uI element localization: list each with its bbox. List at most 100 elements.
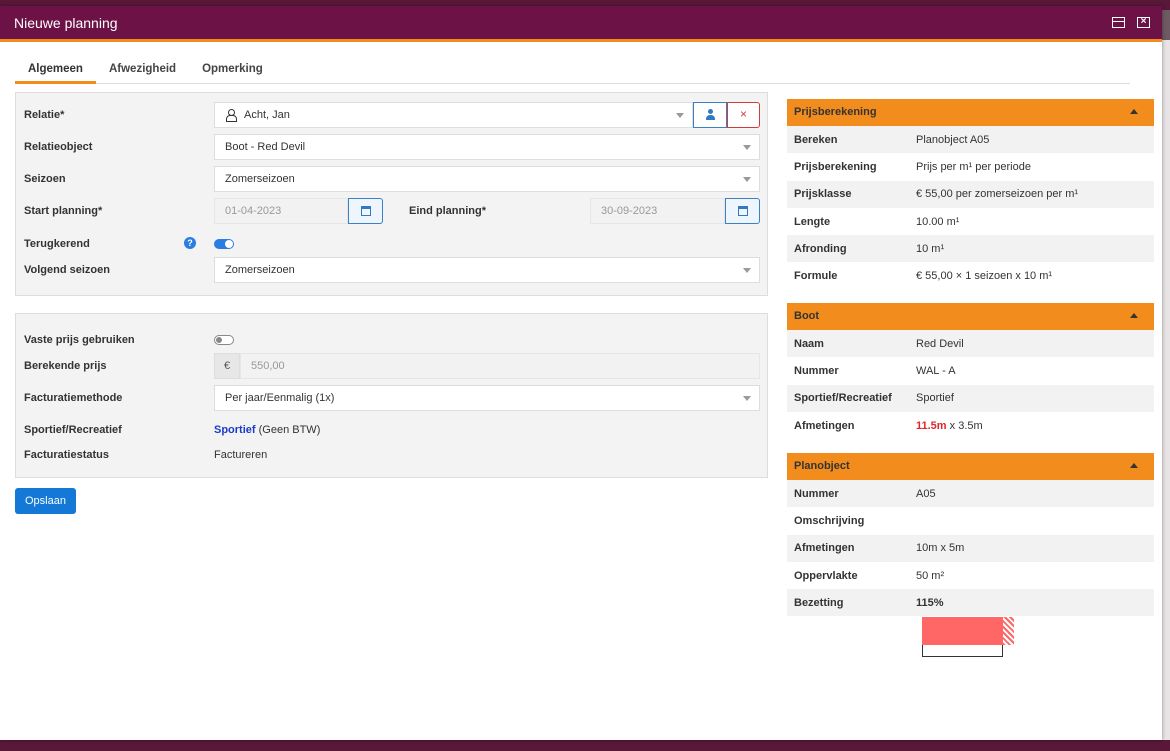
- terugkerend-toggle[interactable]: [214, 239, 234, 249]
- info-value: Sportief: [916, 392, 954, 405]
- seizoen-row: Seizoen Zomerseizoen: [24, 166, 761, 192]
- info-key: Oppervlakte: [794, 569, 858, 582]
- info-value: 10.00 m¹: [916, 215, 960, 228]
- seizoen-value: Zomerseizoen: [225, 173, 295, 185]
- info-row: Prijsberekening Prijs per m¹ per periode: [787, 153, 1154, 180]
- save-button[interactable]: Opslaan: [15, 488, 76, 514]
- info-value: Red Devil: [916, 337, 964, 350]
- tab-bar: Algemeen Afwezigheid Opmerking: [15, 56, 1130, 84]
- volgend-seizoen-row: Volgend seizoen Zomerseizoen: [24, 257, 761, 283]
- berekende-prijs-row: Berekende prijs € 550,00: [24, 353, 761, 379]
- end-date-picker-button[interactable]: [725, 198, 760, 224]
- info-key: Lengte: [794, 215, 831, 228]
- info-row: Bezetting 115%: [787, 589, 1154, 617]
- info-row: Bereken Planobject A05: [787, 126, 1154, 154]
- info-key: Bereken: [794, 133, 838, 146]
- close-icon[interactable]: ×: [1137, 17, 1150, 28]
- info-row: Nummer A05: [787, 480, 1154, 508]
- planning-dates-row: Start planning* 01-04-2023 Eind planning…: [24, 198, 761, 224]
- info-row: Omschrijving: [787, 507, 1154, 534]
- occupancy-overflow: [1003, 617, 1014, 645]
- info-key: Naam: [794, 337, 824, 350]
- start-planning-input[interactable]: 01-04-2023: [214, 198, 348, 224]
- vaste-prijs-row: Vaste prijs gebruiken: [24, 327, 761, 353]
- tab-algemeen[interactable]: Algemeen: [15, 56, 96, 84]
- prijsberekening-section: Prijsberekening Bereken Planobject A05 Pr…: [787, 99, 1154, 290]
- start-date-picker-button[interactable]: [348, 198, 383, 224]
- chevron-down-icon: [743, 268, 751, 273]
- facturatiemethode-select[interactable]: Per jaar/Eenmalig (1x): [214, 385, 760, 411]
- info-row: Afmetingen 10m x 5m: [787, 534, 1154, 562]
- volgend-seizoen-select[interactable]: Zomerseizoen: [214, 257, 760, 283]
- info-value: € 55,00 × 1 seizoen x 10 m¹: [916, 270, 1053, 283]
- chevron-down-icon: [743, 396, 751, 401]
- volgend-seizoen-label: Volgend seizoen: [24, 264, 110, 276]
- boot-header[interactable]: Boot: [787, 303, 1154, 330]
- info-key: Formule: [794, 270, 838, 283]
- eind-planning-input[interactable]: 30-09-2023: [590, 198, 725, 224]
- chevron-up-icon[interactable]: [1130, 109, 1138, 114]
- planobject-section: Planobject Nummer A05 Omschrijving Afmeti…: [787, 453, 1154, 617]
- planning-form-panel: Relatie* Acht, Jan × Relatieobject Boot …: [15, 92, 768, 296]
- seizoen-select[interactable]: Zomerseizoen: [214, 166, 760, 192]
- info-value: A05: [916, 487, 936, 500]
- info-row: Formule € 55,00 × 1 seizoen x 10 m¹: [787, 262, 1154, 289]
- clear-relatie-button[interactable]: ×: [727, 102, 760, 128]
- info-value: € 55,00 per zomerseizoen per m¹: [916, 188, 1079, 201]
- info-key: Sportief/Recreatief: [794, 392, 892, 405]
- calendar-icon: [738, 206, 748, 216]
- planobject-header[interactable]: Planobject: [787, 453, 1154, 480]
- calendar-icon: [361, 206, 371, 216]
- dialog-titlebar: Nieuwe planning ×: [0, 6, 1162, 42]
- vaste-prijs-toggle[interactable]: [214, 335, 234, 345]
- info-row: Afronding 10 m¹: [787, 235, 1154, 263]
- pricing-form-panel: Vaste prijs gebruiken Berekende prijs € …: [15, 313, 768, 478]
- info-value: 11.5m x 3.5m: [916, 420, 983, 432]
- boat-width: x 3.5m: [949, 419, 983, 432]
- info-key: Afmetingen: [794, 419, 855, 432]
- chevron-up-icon[interactable]: [1130, 463, 1138, 468]
- info-key: Nummer: [794, 364, 839, 377]
- chevron-up-icon[interactable]: [1130, 313, 1138, 318]
- info-value: Prijs per m¹ per periode: [916, 160, 1031, 173]
- prijsberekening-header[interactable]: Prijsberekening: [787, 99, 1154, 126]
- eind-planning-label: Eind planning*: [409, 205, 486, 217]
- planobject-outline: [922, 645, 1003, 657]
- dialog-title: Nieuwe planning: [14, 14, 118, 31]
- info-value: 10 m¹: [916, 242, 945, 255]
- user-icon: [225, 109, 237, 122]
- terugkerend-label: Terugkerend: [24, 238, 90, 250]
- info-key: Bezetting: [794, 596, 844, 609]
- relatie-row: Relatie* Acht, Jan ×: [24, 102, 761, 128]
- info-value: 50 m²: [916, 569, 945, 582]
- info-row: Oppervlakte 50 m²: [787, 562, 1154, 589]
- help-icon[interactable]: ?: [184, 237, 196, 249]
- close-icon: ×: [739, 107, 747, 121]
- boot-title: Boot: [794, 310, 820, 322]
- relatieobject-label: Relatieobject: [24, 141, 93, 153]
- planobject-title: Planobject: [794, 460, 850, 472]
- tab-opmerking[interactable]: Opmerking: [189, 56, 276, 84]
- info-key: Afronding: [794, 242, 847, 255]
- relatie-value: Acht, Jan: [244, 109, 290, 121]
- info-key: Prijsklasse: [794, 188, 852, 201]
- chevron-down-icon: [676, 113, 684, 118]
- info-row: Nummer WAL - A: [787, 357, 1154, 384]
- seizoen-label: Seizoen: [24, 173, 66, 185]
- relatieobject-value: Boot - Red Devil: [225, 141, 306, 153]
- info-row: Afmetingen 11.5m x 3.5m: [787, 412, 1154, 439]
- relatieobject-row: Relatieobject Boot - Red Devil: [24, 134, 761, 160]
- select-user-button[interactable]: [693, 102, 727, 128]
- maximize-icon[interactable]: [1112, 17, 1125, 28]
- sportief-recreatief-row: Sportief/Recreatief Sportief (Geen BTW): [24, 417, 761, 443]
- tab-afwezigheid[interactable]: Afwezigheid: [96, 56, 189, 84]
- relatie-label: Relatie*: [24, 109, 65, 121]
- facturatiestatus-row: Facturatiestatus Factureren: [24, 442, 761, 468]
- info-key: Omschrijving: [794, 514, 865, 527]
- info-key: Prijsberekening: [794, 160, 877, 173]
- relatieobject-select[interactable]: Boot - Red Devil: [214, 134, 760, 160]
- sportief-value: Sportief: [214, 424, 256, 436]
- chevron-down-icon: [743, 177, 751, 182]
- terugkerend-row: Terugkerend ?: [24, 231, 761, 257]
- relatie-select[interactable]: Acht, Jan: [214, 102, 693, 128]
